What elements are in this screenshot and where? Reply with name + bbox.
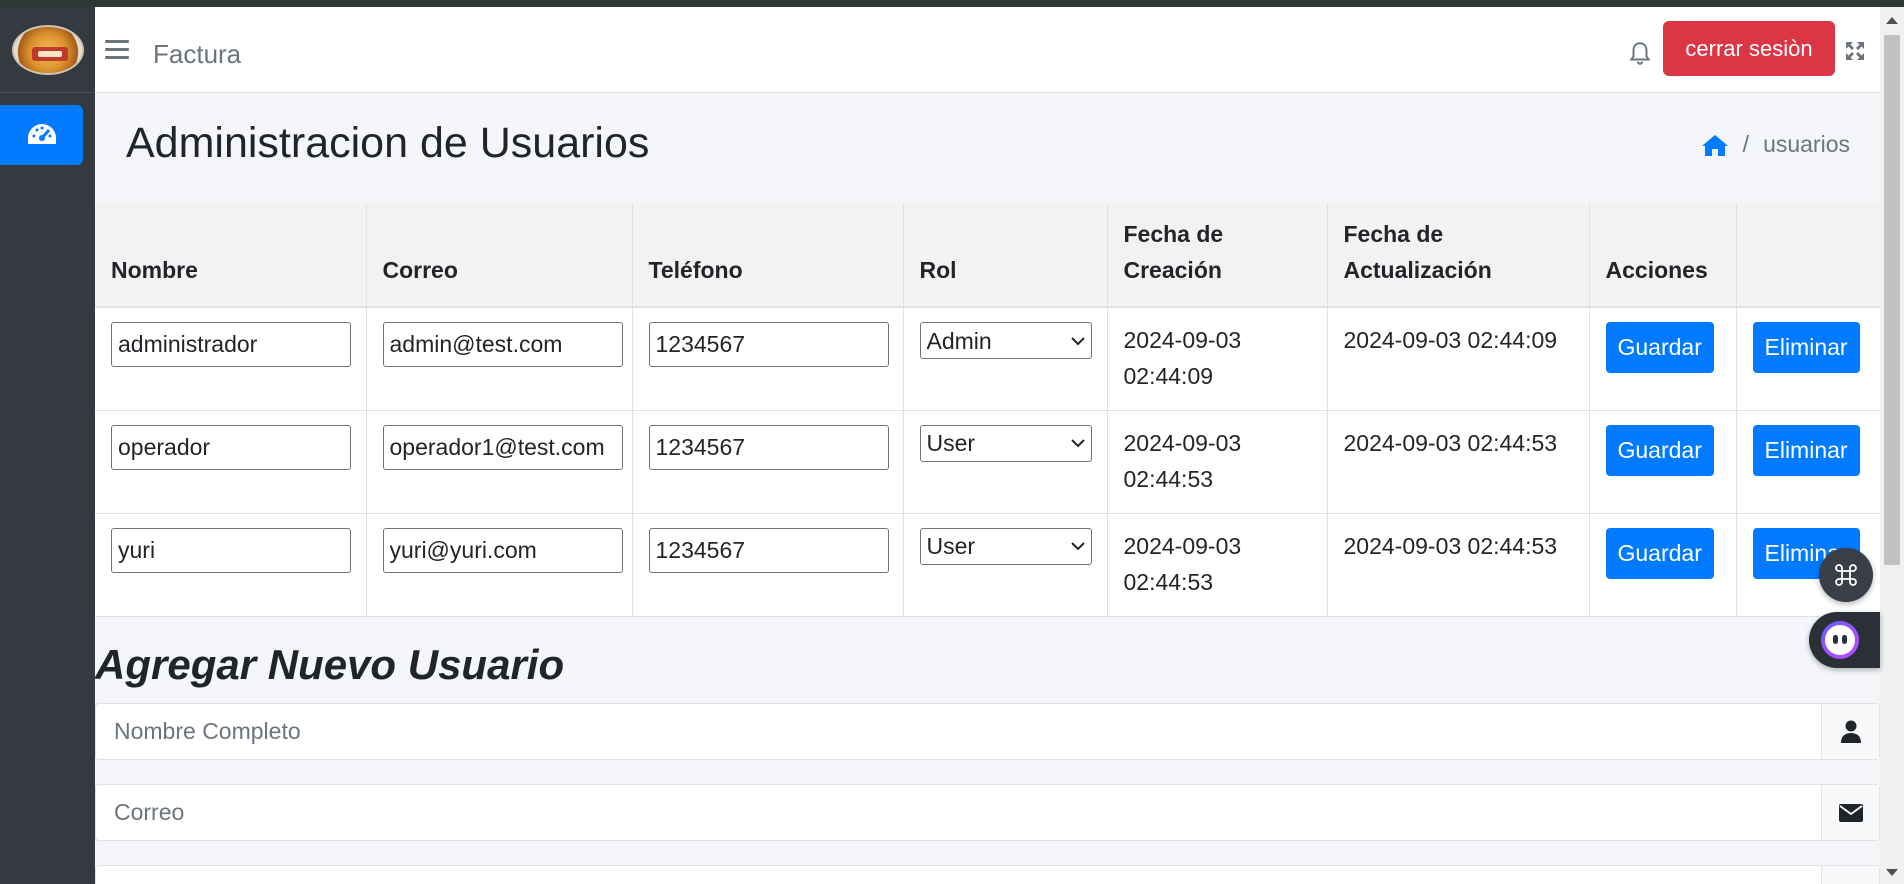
- role-select[interactable]: User: [919, 527, 1092, 565]
- window-top-strip: [0, 0, 1904, 7]
- updated-date: 2024-09-03 02:44:09: [1327, 307, 1590, 411]
- email-input[interactable]: [382, 322, 623, 367]
- content-header: Administracion de Usuarios / usuarios: [95, 93, 1880, 203]
- save-button[interactable]: Guardar: [1605, 424, 1714, 476]
- role-select-value: Admin: [926, 327, 992, 354]
- updated-date: 2024-09-03 02:44:53: [1327, 410, 1590, 514]
- role-select[interactable]: User: [919, 424, 1092, 462]
- name-input-group: Nombre Completo: [95, 703, 1880, 760]
- column-header-correo[interactable]: Correo: [366, 203, 633, 308]
- next-addon: [1821, 866, 1879, 884]
- envelope-icon: [1838, 803, 1863, 822]
- top-navbar: Factura cerrar sesiòn: [95, 7, 1880, 93]
- assistant-widget[interactable]: [1809, 612, 1880, 668]
- scroll-up-arrow-icon[interactable]: [1886, 17, 1898, 24]
- email-addon: [1821, 785, 1879, 840]
- add-user-title: Agregar Nuevo Usuario: [95, 641, 565, 688]
- floating-command-button[interactable]: [1819, 548, 1873, 602]
- menu-toggle-icon[interactable]: [105, 40, 129, 60]
- next-field[interactable]: [96, 866, 1821, 884]
- role-select-value: User: [926, 430, 976, 456]
- column-header-acciones[interactable]: Acciones: [1589, 203, 1737, 308]
- chevron-down-icon: [1070, 542, 1085, 551]
- chevron-down-icon: [1070, 336, 1085, 345]
- bell-icon[interactable]: [1627, 40, 1653, 66]
- sidebar: [0, 7, 95, 884]
- column-header-fecha-actualizacion[interactable]: Fecha de Actualización: [1327, 203, 1590, 308]
- created-date: 2024-09-03 02:44:09: [1107, 307, 1328, 411]
- breadcrumb-separator: /: [1742, 131, 1750, 157]
- chevron-down-icon: [1070, 439, 1085, 448]
- name-input[interactable]: [111, 322, 351, 367]
- save-button[interactable]: Guardar: [1605, 527, 1714, 579]
- column-header-empty: [1736, 203, 1880, 308]
- created-date: 2024-09-03 02:44:53: [1107, 410, 1328, 514]
- brand-logo[interactable]: [11, 24, 84, 75]
- email-input-group: Correo: [95, 784, 1880, 841]
- page-title: Administracion de Usuarios: [126, 119, 650, 167]
- created-date: 2024-09-03 02:44:53: [1107, 513, 1328, 617]
- role-select[interactable]: Admin: [919, 322, 1092, 359]
- brand[interactable]: [0, 7, 95, 93]
- sidebar-item-dashboard[interactable]: [0, 105, 83, 165]
- table-row: User 2024-09-03 02:44:53 2024-09-03 02:4…: [95, 513, 1880, 617]
- home-icon[interactable]: [1701, 133, 1729, 157]
- column-header-fecha-creacion[interactable]: Fecha de Creación: [1107, 203, 1328, 308]
- logo-band-text: [37, 50, 62, 57]
- table-header-row: Nombre Correo Teléfono Rol Fecha de Crea…: [95, 203, 1880, 308]
- save-button[interactable]: Guardar: [1605, 322, 1714, 373]
- column-header-rol[interactable]: Rol: [903, 203, 1108, 308]
- email-input[interactable]: [382, 527, 623, 573]
- name-input[interactable]: [111, 527, 351, 573]
- logout-button[interactable]: cerrar sesiòn: [1663, 21, 1835, 76]
- breadcrumb: / usuarios: [1701, 131, 1850, 158]
- full-name-field[interactable]: Nombre Completo: [96, 704, 1821, 759]
- name-input[interactable]: [111, 424, 351, 470]
- delete-button[interactable]: Eliminar: [1752, 424, 1860, 476]
- scrollbar-thumb[interactable]: [1884, 35, 1900, 565]
- email-input[interactable]: [382, 424, 623, 470]
- next-input-group: [95, 865, 1880, 884]
- navbar-title[interactable]: Factura: [153, 39, 241, 70]
- fullscreen-icon[interactable]: [1843, 39, 1867, 63]
- name-addon: [1821, 704, 1879, 759]
- phone-input[interactable]: [648, 527, 889, 573]
- main-content: Factura cerrar sesiòn Administracion de …: [95, 7, 1880, 884]
- assistant-avatar-icon: [1821, 621, 1859, 659]
- column-header-telefono[interactable]: Teléfono: [632, 203, 904, 308]
- user-icon: [1840, 720, 1861, 743]
- page-scrollbar[interactable]: [1880, 7, 1904, 884]
- command-icon: [1835, 564, 1857, 586]
- breadcrumb-current: usuarios: [1763, 131, 1850, 157]
- updated-date: 2024-09-03 02:44:53: [1327, 513, 1590, 617]
- role-select-value: User: [926, 533, 976, 559]
- table-row: User 2024-09-03 02:44:53 2024-09-03 02:4…: [95, 410, 1880, 514]
- users-table: Nombre Correo Teléfono Rol Fecha de Crea…: [95, 203, 1880, 617]
- column-header-nombre[interactable]: Nombre: [95, 203, 367, 308]
- table-row: Admin 2024-09-03 02:44:09 2024-09-03 02:…: [95, 307, 1880, 411]
- tachometer-icon: [27, 124, 56, 144]
- delete-button[interactable]: Eliminar: [1752, 322, 1860, 373]
- scroll-down-arrow-icon[interactable]: [1886, 869, 1898, 876]
- email-field[interactable]: Correo: [96, 785, 1821, 840]
- phone-input[interactable]: [648, 322, 889, 367]
- phone-input[interactable]: [648, 424, 889, 470]
